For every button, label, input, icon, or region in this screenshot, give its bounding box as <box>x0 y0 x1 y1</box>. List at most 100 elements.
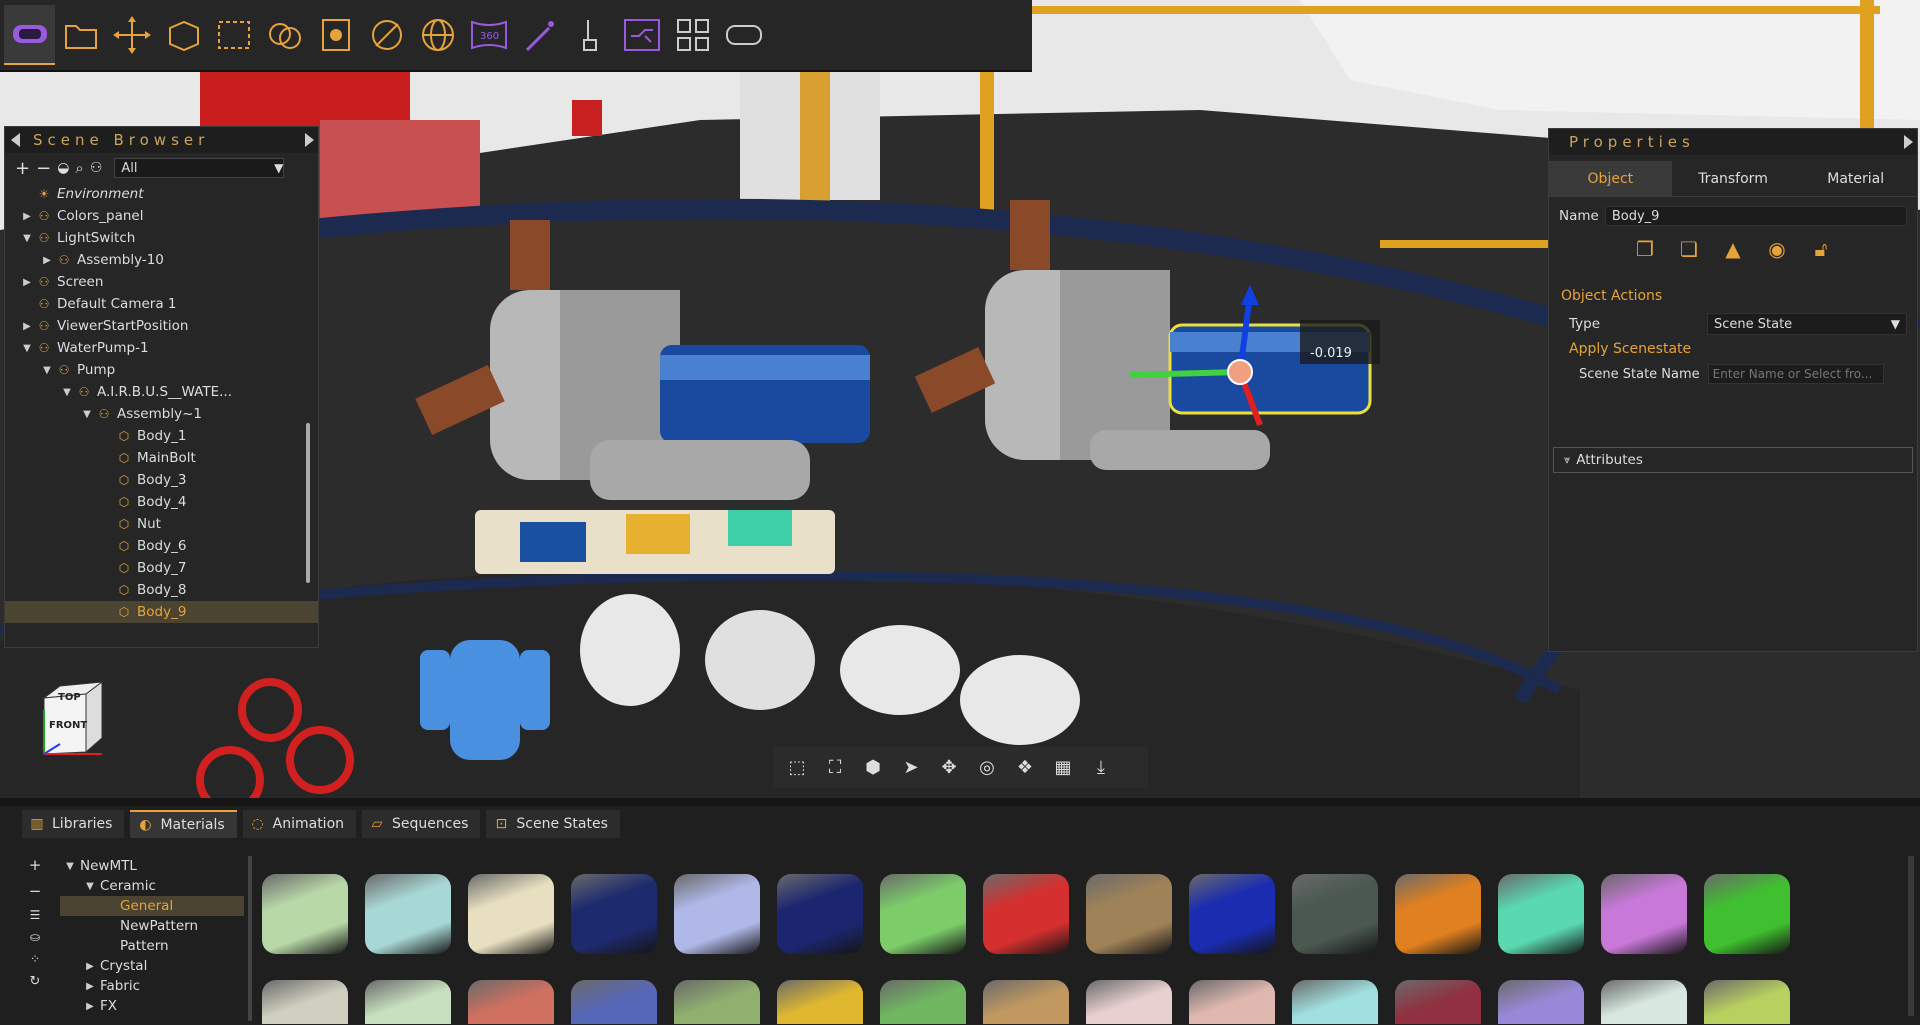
material-tree-item[interactable]: ▶ FX <box>60 996 244 1016</box>
expand-toggle-icon[interactable]: ▼ <box>64 861 76 872</box>
gizmo-value[interactable]: -0.019 <box>1310 346 1352 361</box>
select-cursor-icon[interactable]: ➤ <box>895 757 927 778</box>
expand-toggle-icon[interactable]: ▶ <box>21 321 33 332</box>
tree-item[interactable]: ▼ ⚇ LightSwitch <box>5 227 318 249</box>
unlock-icon[interactable]: 🔓︎ <box>1805 234 1837 264</box>
tab-materials[interactable]: ◐ Materials <box>130 810 237 838</box>
type-dropdown[interactable]: Scene State ▼ <box>1707 313 1907 335</box>
tree-item[interactable]: ☀ Environment <box>5 183 318 205</box>
tree-item[interactable]: ⬡ Body_1 <box>5 425 318 447</box>
remove-icon[interactable]: − <box>36 158 51 179</box>
download-icon[interactable]: ⤓ <box>1085 757 1117 778</box>
grid-view-icon[interactable]: ⁘ <box>30 952 40 966</box>
tree-item[interactable]: ▶ ⚇ Screen <box>5 271 318 293</box>
material-swatch[interactable] <box>674 980 760 1024</box>
expand-toggle-icon[interactable]: ▶ <box>21 211 33 222</box>
hierarchy-icon[interactable]: ⚇ <box>90 160 103 176</box>
expand-toggle-icon[interactable]: ▼ <box>21 233 33 244</box>
expand-toggle-icon[interactable]: ▶ <box>84 981 96 992</box>
expand-toggle-icon[interactable]: ▶ <box>21 277 33 288</box>
apply-scenestate-link[interactable]: Apply Scenestate <box>1549 337 1917 361</box>
material-tree-item[interactable]: Pattern <box>60 936 244 956</box>
material-swatch[interactable] <box>365 874 451 954</box>
tab-material[interactable]: Material <box>1794 161 1917 196</box>
layout-icon-button[interactable] <box>667 5 718 65</box>
tree-item[interactable]: ▶ ⚇ ViewerStartPosition <box>5 315 318 337</box>
magic-wand-icon-button[interactable] <box>514 5 565 65</box>
material-swatch[interactable] <box>1498 980 1584 1024</box>
material-swatch[interactable] <box>262 874 348 954</box>
layer-1-icon[interactable]: ❏ <box>1673 234 1705 264</box>
3d-viewport[interactable]: 360 Scene Browser + − ◒ ⌕ ⚇ All ▼ ☀ Envir… <box>0 0 1920 798</box>
material-swatch[interactable] <box>777 874 863 954</box>
touch-icon-button[interactable] <box>565 5 616 65</box>
folder-icon-button[interactable] <box>55 5 106 65</box>
tree-item[interactable]: ⬡ Body_6 <box>5 535 318 557</box>
list-icon[interactable]: ☰ <box>30 908 41 922</box>
globe-view-icon[interactable]: ◎ <box>971 757 1003 778</box>
tree-divider[interactable] <box>248 856 252 1021</box>
tab-animation[interactable]: ◌ Animation <box>242 810 357 838</box>
tree-item[interactable]: ▶ ⚇ Colors_panel <box>5 205 318 227</box>
refresh-icon[interactable]: ↻ <box>30 974 41 989</box>
grid-icon[interactable]: ▦ <box>1047 757 1079 778</box>
spheres-icon-button[interactable] <box>259 5 310 65</box>
filter-dropdown[interactable]: All ▼ <box>114 158 285 178</box>
splitter-handle[interactable] <box>0 798 1920 806</box>
material-swatch[interactable] <box>571 874 657 954</box>
expand-toggle-icon[interactable]: ▼ <box>21 343 33 354</box>
tree-item[interactable]: ▼ ⚇ WaterPump-1 <box>5 337 318 359</box>
tree-item[interactable]: ⬡ Nut <box>5 513 318 535</box>
material-tree-item[interactable]: NewPattern <box>60 916 244 936</box>
material-tree-item[interactable]: ▶ Fabric <box>60 976 244 996</box>
material-tree-item[interactable]: ▶ Crystal <box>60 956 244 976</box>
material-swatch[interactable] <box>1292 874 1378 954</box>
material-swatch[interactable] <box>1189 874 1275 954</box>
material-swatch[interactable] <box>1704 874 1790 954</box>
material-swatch[interactable] <box>1086 874 1172 954</box>
screen-capture-icon-button[interactable] <box>310 5 361 65</box>
name-input[interactable]: Body_9 <box>1604 206 1907 226</box>
expand-toggle-icon[interactable]: ▼ <box>41 365 53 376</box>
view-cube-icon[interactable]: ⬚ <box>781 757 813 778</box>
add-icon[interactable]: + <box>29 856 42 874</box>
material-swatch[interactable] <box>1395 874 1481 954</box>
tab-scene-states[interactable]: ⊡ Scene States <box>486 810 620 838</box>
tree-item[interactable]: ⬡ Body_7 <box>5 557 318 579</box>
expand-right-icon[interactable] <box>1904 135 1913 149</box>
tree-item[interactable]: ▼ ⚇ Pump <box>5 359 318 381</box>
material-swatch[interactable] <box>1601 874 1687 954</box>
tab-transform[interactable]: Transform <box>1672 161 1795 196</box>
vr-goggles-icon-button[interactable] <box>718 5 769 65</box>
scene-state-name-input[interactable] <box>1707 364 1884 384</box>
expand-toggle-icon[interactable]: ▼ <box>61 387 73 398</box>
expand-toggle-icon[interactable]: ▶ <box>84 961 96 972</box>
material-swatch[interactable] <box>1498 874 1584 954</box>
hide-icon-button[interactable] <box>361 5 412 65</box>
shading-icon[interactable]: ⬢ <box>857 757 889 778</box>
vr-headset-icon-button[interactable] <box>4 5 55 65</box>
material-tree-item[interactable]: ▼ Ceramic <box>60 876 244 896</box>
shape-icon[interactable]: ▲ <box>1717 234 1749 264</box>
visibility-eye-icon[interactable]: ◉ <box>1761 234 1793 264</box>
explode-icon[interactable]: ✥ <box>933 757 965 778</box>
globe-icon-button[interactable] <box>412 5 463 65</box>
collapse-left-icon[interactable] <box>11 133 20 147</box>
vertical-scrollbar[interactable] <box>1908 856 1914 1016</box>
tab-object[interactable]: Object <box>1549 161 1672 196</box>
move-icon-button[interactable] <box>106 5 157 65</box>
remove-icon[interactable]: − <box>29 882 42 900</box>
workflow-icon-button[interactable] <box>616 5 667 65</box>
material-swatch[interactable] <box>1189 980 1275 1024</box>
layers-icon[interactable]: ❖ <box>1009 757 1041 778</box>
material-swatch[interactable] <box>983 980 1069 1024</box>
tab-sequences[interactable]: ▱ Sequences <box>362 810 481 838</box>
box-edit-icon-button[interactable] <box>157 5 208 65</box>
tree-item[interactable]: ▶ ⚇ Assembly-10 <box>5 249 318 271</box>
material-swatch[interactable] <box>1086 980 1172 1024</box>
tree-item[interactable]: ▼ ⚇ Assembly~1 <box>5 403 318 425</box>
add-icon[interactable]: + <box>15 158 30 179</box>
material-swatch[interactable] <box>880 874 966 954</box>
panorama-360-icon-button[interactable]: 360 <box>463 5 514 65</box>
tree-item[interactable]: ⬡ Body_9 <box>5 601 318 623</box>
